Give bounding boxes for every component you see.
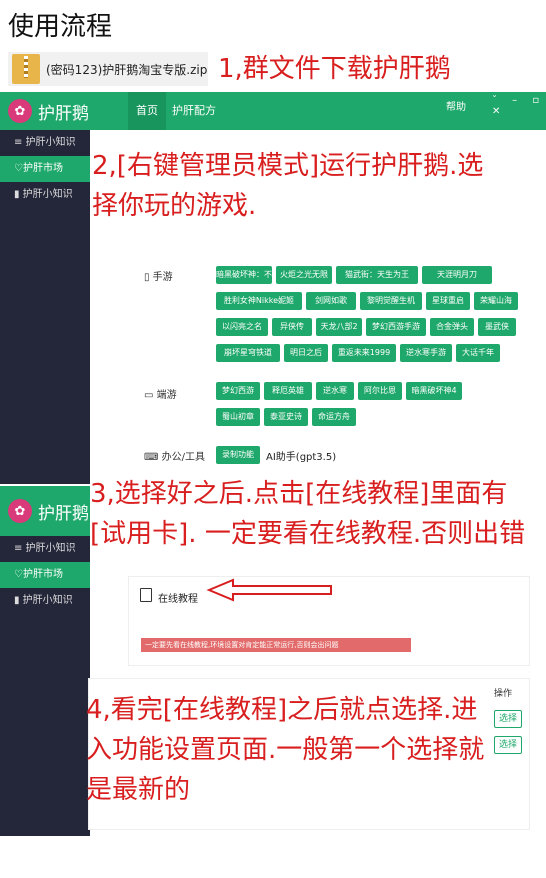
sidebar-item-market[interactable]: ♡护肝市场 (0, 562, 90, 588)
app-brand: ✿ 护肝鹅 (8, 96, 89, 126)
app-name: 护肝鹅 (38, 103, 89, 124)
zip-file-item[interactable]: (密码123)护肝鹅淘宝专版.zip (8, 52, 208, 86)
select-button[interactable]: 选择 (494, 736, 522, 754)
game-chip[interactable]: 天涯明月刀 (422, 266, 492, 284)
online-tutorial-link[interactable]: 在线教程 (158, 590, 198, 605)
window-controls[interactable]: ˇ – ▫ ✕ (492, 95, 546, 117)
app-name-2: 护肝鹅 (38, 503, 89, 524)
select-button[interactable]: 选择 (494, 710, 522, 728)
game-chip[interactable]: 重返未来1999 (332, 344, 396, 362)
sidebar-item-knowledge[interactable]: ≡ 护肝小知识 (0, 536, 90, 562)
zip-file-icon (12, 54, 40, 84)
game-chip[interactable]: 火炬之光无限 (276, 266, 332, 284)
sidebar-item-knowledge[interactable]: ≡ 护肝小知识 (0, 130, 90, 156)
title-bar-2: ✿ 护肝鹅 (0, 486, 90, 536)
tab-home[interactable]: 首页 (128, 92, 166, 130)
category-pc: ▭ 端游 (144, 390, 177, 401)
red-arrow-icon (206, 578, 332, 602)
document-icon (140, 588, 152, 602)
step-3-text: 3,选择好之后.点击[在线教程]里面有[试用卡]. 一定要看在线教程.否则出错 (90, 479, 526, 549)
category-office: ⌨ 办公/工具 (144, 452, 205, 463)
game-chip[interactable]: 猫武街：天生为王 (336, 266, 418, 284)
game-chip[interactable]: 合金弹头 (430, 318, 474, 336)
sidebar-item-knowledge-2[interactable]: ▮ 护肝小知识 (0, 182, 90, 208)
game-chip[interactable]: 墨武侠 (478, 318, 516, 336)
record-function-button[interactable]: 录制功能 (216, 446, 260, 464)
game-chip[interactable]: 以闪亮之名 (216, 318, 268, 336)
sidebar-item-market[interactable]: ♡护肝市场 (0, 156, 90, 182)
game-chip[interactable]: 天龙八部2 (316, 318, 362, 336)
game-chip[interactable]: 梦幻西游手游 (366, 318, 426, 336)
game-chip[interactable]: 梦幻西游 (216, 382, 260, 400)
tab-recipes[interactable]: 护肝配方 (164, 92, 224, 130)
game-chip[interactable]: 剑网如歌 (306, 292, 356, 310)
app-brand-2: ✿ 护肝鹅 (8, 496, 89, 526)
game-chip[interactable]: 暗黑破坏神：不朽 (216, 266, 272, 284)
app-logo-icon: ✿ (8, 99, 32, 123)
sidebar-item-knowledge-2[interactable]: ▮ 护肝小知识 (0, 588, 90, 614)
game-chip[interactable]: 逆水寒手游 (400, 344, 452, 362)
operation-column-header: 操作 (494, 689, 513, 699)
step-2-text: 2,[右键管理员模式]运行护肝鹅.选择你玩的游戏. (92, 151, 484, 221)
game-chip[interactable]: 崩坏星穹铁道 (216, 344, 280, 362)
game-chip[interactable]: 荣耀山海 (474, 292, 518, 310)
title-bar: ✿ 护肝鹅 首页 护肝配方 帮助 ˇ – ▫ ✕ (0, 92, 546, 130)
game-chip[interactable]: 大话千年 (456, 344, 500, 362)
game-chip[interactable]: 暗黑破坏神4 (406, 382, 462, 400)
game-chip[interactable]: 阿尔比恩 (358, 382, 402, 400)
game-chip[interactable]: 命运方舟 (312, 408, 356, 426)
page-title: 使用流程 (8, 12, 113, 42)
category-mobile: ▯ 手游 (144, 272, 173, 283)
game-chip[interactable]: 释厄英雄 (264, 382, 312, 400)
game-chip[interactable]: 蜀山初章 (216, 408, 260, 426)
step-1-text: 1,群文件下载护肝鹅 (218, 54, 451, 84)
step-2-callout: 2,[右键管理员模式]运行护肝鹅.选择你玩的游戏. (90, 144, 500, 244)
app-logo-icon: ✿ (8, 499, 32, 523)
zip-file-name: (密码123)护肝鹅淘宝专版.zip (46, 62, 208, 77)
app-window-main: ✿ 护肝鹅 首页 护肝配方 帮助 ˇ – ▫ ✕ ≡ 护肝小知识 ♡护肝市场 ▮… (0, 92, 546, 484)
tutorial-warning: 一定要先看在线教程,环境设置对肯定能正常运行,否则会出问题 (141, 638, 411, 652)
game-chip[interactable]: 黎明觉醒生机 (360, 292, 422, 310)
step-4-text: 4,看完[在线教程]之后就点选择.进入功能设置页面.一般第一个选择就是最新的 (86, 695, 485, 805)
sidebar: ≡ 护肝小知识 ♡护肝市场 ▮ 护肝小知识 (0, 130, 90, 484)
sidebar-2: ≡ 护肝小知识 ♡护肝市场 ▮ 护肝小知识 (0, 536, 90, 836)
game-chip[interactable]: 胜利女神Nikke妮姬 (216, 292, 302, 310)
game-chip[interactable]: 星球重启 (426, 292, 470, 310)
game-chip[interactable]: 明日之后 (284, 344, 328, 362)
game-chip[interactable]: 逆水寒 (316, 382, 354, 400)
help-menu[interactable]: 帮助 (446, 98, 466, 113)
game-chip[interactable]: 泰亚史诗 (264, 408, 308, 426)
ai-assistant-label[interactable]: AI助手(gpt3.5) (266, 448, 336, 463)
game-chip[interactable]: 异侠传 (272, 318, 312, 336)
